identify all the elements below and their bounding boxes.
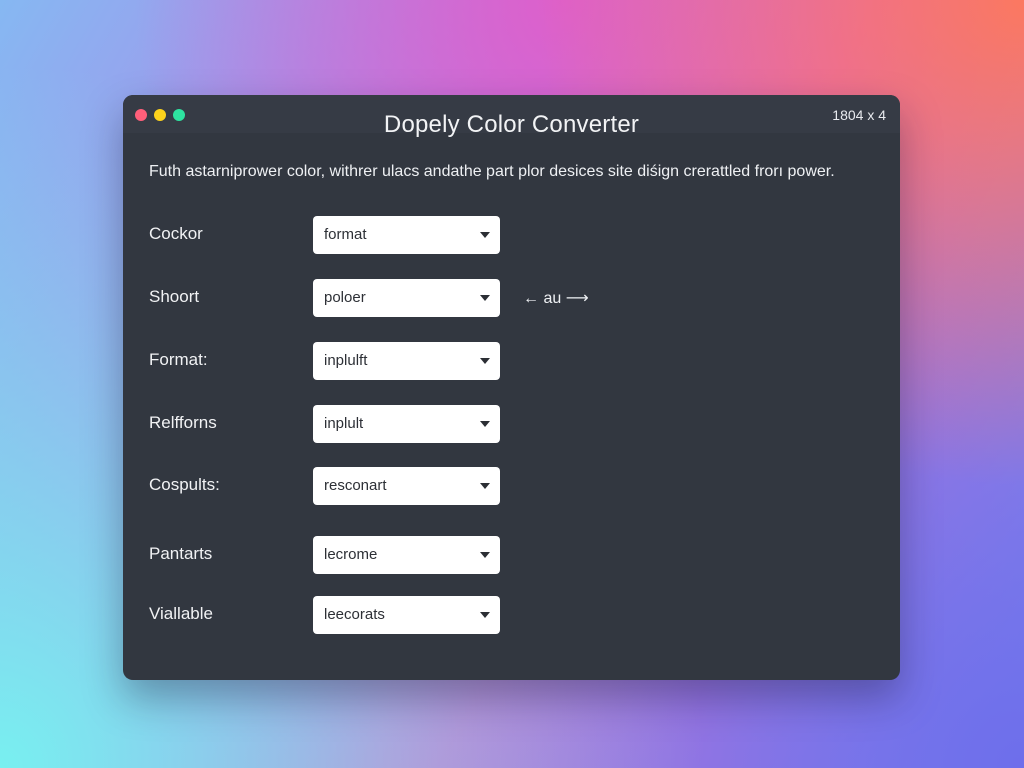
pantarts-label: Pantarts [149, 544, 213, 563]
chevron-down-icon [480, 232, 490, 238]
available-label: Viallable [149, 604, 213, 623]
chevron-down-icon [480, 552, 490, 558]
dimensions-label: 1804 x 4 [832, 107, 886, 123]
arrow-swap-icon[interactable]: ← au ⟶ [523, 288, 589, 308]
chevron-down-icon [480, 612, 490, 618]
chevron-down-icon [480, 358, 490, 364]
available-select[interactable]: leecorats [313, 596, 500, 634]
select-value: lecrome [324, 546, 378, 563]
outputs-label: Cospults: [149, 475, 220, 494]
reforms-label: Relfforns [149, 413, 217, 432]
select-value: format [324, 226, 367, 243]
select-value: inplulft [324, 352, 368, 369]
pantarts-select[interactable]: lecrome [313, 536, 500, 574]
select-value: leecorats [324, 606, 385, 623]
reforms-select[interactable]: inplult [313, 405, 500, 443]
chevron-down-icon [480, 421, 490, 427]
color-format-select[interactable]: format [313, 216, 500, 254]
select-value: inplult [324, 415, 364, 432]
short-label: Shoort [149, 287, 200, 306]
window-title: Dopely Color Converter [383, 111, 640, 138]
color-label: Cockor [149, 224, 203, 243]
description-text: Futh astarniprower color, withrer ulacs … [149, 163, 835, 180]
format-label: Format: [149, 350, 208, 369]
converter-window: Dopely Color Converter 1804 x 4 Futh ast… [123, 95, 900, 680]
select-value: resconart [324, 477, 387, 494]
short-select[interactable]: poloer [313, 279, 500, 317]
format-select[interactable]: inplulft [313, 342, 500, 380]
select-value: poloer [324, 289, 366, 306]
chevron-down-icon [480, 483, 490, 489]
chevron-down-icon [480, 295, 490, 301]
outputs-select[interactable]: resconart [313, 467, 500, 505]
title-bar: Dopely Color Converter 1804 x 4 [123, 95, 900, 138]
